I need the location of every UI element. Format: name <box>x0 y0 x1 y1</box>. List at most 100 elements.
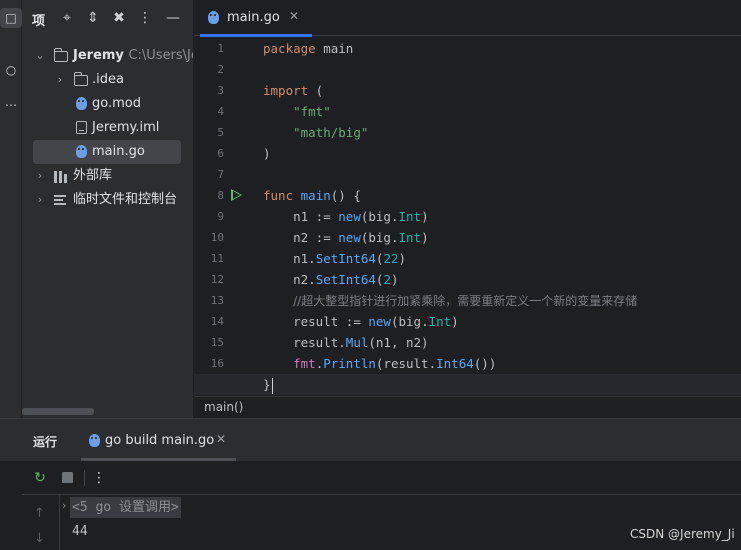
tree-item-label: .idea <box>92 72 124 87</box>
tree-item-label: main.go <box>92 144 145 159</box>
line-number: 16 <box>210 357 224 370</box>
commit-tool-icon[interactable]: ○ <box>0 63 22 77</box>
tree-item-label: Jeremy.iml <box>92 120 160 135</box>
code-line: result := new(big.Int) <box>293 314 459 329</box>
library-icon <box>54 169 68 183</box>
scroll-up-icon[interactable]: ↑ <box>34 506 45 521</box>
collapse-all-icon[interactable]: ✖ <box>110 8 128 28</box>
scroll-down-icon[interactable]: ↓ <box>34 531 45 546</box>
chevron-right-icon: › <box>37 193 43 206</box>
line-number: 13 <box>210 294 224 307</box>
scratches-label: 临时文件和控制台 <box>73 192 178 207</box>
root-folder-path: C:\Users\Jer <box>128 48 193 63</box>
console-output-line: 44 <box>72 524 88 539</box>
chevron-right-icon: › <box>57 73 63 86</box>
line-number: 7 <box>217 168 224 181</box>
hide-panel-icon[interactable]: — <box>164 8 182 28</box>
line-number: 11 <box>210 252 224 265</box>
go-file-icon <box>76 145 87 158</box>
tool-window-strip: □ ○ ⋯ <box>0 0 22 418</box>
line-number: 3 <box>217 84 224 97</box>
line-number: 15 <box>210 336 224 349</box>
code-line: ) <box>263 146 271 161</box>
more-options-icon[interactable]: ⋮ <box>90 469 108 487</box>
text-caret <box>271 377 273 394</box>
module-file-icon <box>76 121 87 134</box>
line-number: 9 <box>217 210 224 223</box>
toolbar-divider <box>84 470 85 486</box>
options-menu-icon[interactable]: ⋮ <box>136 8 154 28</box>
chevron-down-icon: ⌄ <box>35 49 45 62</box>
tree-item-go-mod[interactable]: go.mod <box>22 92 193 116</box>
line-number: 4 <box>217 105 224 118</box>
line-number: 8 <box>217 189 224 202</box>
code-line: "math/big" <box>293 125 369 140</box>
project-panel-header: 项 ⌖ ⇕ ✖ ⋮ — <box>22 0 193 36</box>
fold-chevron-icon[interactable]: › <box>62 499 66 512</box>
tree-root-jeremy[interactable]: ⌄ Jeremy C:\Users\Jer <box>22 44 193 68</box>
close-icon[interactable]: ✕ <box>289 9 299 23</box>
run-panel-header: 运行 go build main.go ✕ <box>0 419 741 461</box>
editor-tab-bar: main.go ✕ <box>194 0 741 37</box>
editor-area: main.go ✕ 1 2 3 4 5 6 7 8 9 10 11 12 13 … <box>194 0 741 418</box>
line-number: 10 <box>210 231 224 244</box>
console-command-line: <5 go 设置调用> <box>70 497 181 518</box>
tree-item-idea[interactable]: › .idea <box>22 68 193 92</box>
code-line: import ( <box>263 83 324 98</box>
code-line: func main() { <box>263 188 361 203</box>
folder-icon <box>73 72 88 86</box>
tab-main-go[interactable]: main.go ✕ <box>200 0 312 37</box>
locate-icon[interactable]: ⌖ <box>58 8 76 28</box>
code-line-current: } <box>194 374 741 395</box>
code-line: "fmt" <box>293 104 331 119</box>
run-tab-label: go build main.go <box>105 433 215 448</box>
breadcrumb[interactable]: main() <box>194 396 741 418</box>
code-line: result.Mul(n1, n2) <box>293 335 429 350</box>
tab-label: main.go <box>227 10 280 25</box>
line-number: 5 <box>217 126 224 139</box>
go-file-icon <box>76 97 87 110</box>
root-folder-label: Jeremy <box>73 48 124 63</box>
line-number: 1 <box>217 42 224 55</box>
line-number-gutter: 1 2 3 4 5 6 7 8 9 10 11 12 13 14 15 16 1… <box>194 38 256 396</box>
tree-item-jeremy-iml[interactable]: Jeremy.iml <box>22 116 193 140</box>
line-number: 12 <box>210 273 224 286</box>
rerun-icon[interactable]: ↻ <box>31 469 49 487</box>
stop-icon[interactable] <box>58 469 76 487</box>
expand-all-icon[interactable]: ⇕ <box>84 8 102 28</box>
project-panel-title: 项 <box>32 14 46 29</box>
line-number: 2 <box>217 63 224 76</box>
code-line: //超大整型指针进行加紧乘除，需要重新定义一个新的变量来存储 <box>293 294 638 308</box>
tree-item-external-libraries[interactable]: › 外部库 <box>22 164 193 188</box>
run-config-tab[interactable]: go build main.go ✕ <box>78 419 236 461</box>
breadcrumb-item[interactable]: main() <box>204 400 243 414</box>
folder-icon <box>53 48 68 62</box>
code-line: package main <box>263 41 354 56</box>
project-tool-icon[interactable]: □ <box>0 8 22 28</box>
scratches-console-icon <box>54 193 68 207</box>
console-output[interactable]: › <5 go 设置调用> 44 <box>62 495 741 550</box>
chevron-right-icon: › <box>37 169 43 182</box>
code-line: n2.SetInt64(2) <box>293 272 399 287</box>
more-tools-icon[interactable]: ⋯ <box>0 98 22 112</box>
console-side-toolbar: ↑ ↓ <box>22 495 60 550</box>
code-line: n1.SetInt64(22) <box>293 251 407 266</box>
go-file-icon <box>208 11 219 24</box>
external-libraries-label: 外部库 <box>73 168 113 183</box>
code-line: n2 := new(big.Int) <box>293 230 429 245</box>
watermark: CSDN @Jeremy_Ji <box>630 527 735 541</box>
line-number: 14 <box>210 315 224 328</box>
close-icon[interactable]: ✕ <box>216 432 226 446</box>
line-number: 6 <box>217 147 224 160</box>
tree-item-main-go[interactable]: main.go <box>33 140 181 164</box>
tree-item-scratches[interactable]: › 临时文件和控制台 <box>22 188 193 212</box>
code-line: fmt.Println(result.Int64()) <box>293 356 497 371</box>
tree-item-label: go.mod <box>92 96 141 111</box>
run-gutter-icon[interactable] <box>231 189 242 201</box>
go-file-icon <box>89 434 100 447</box>
active-tab-indicator <box>200 34 312 37</box>
code-editor[interactable]: package main import ( "fmt" "math/big" )… <box>194 38 741 396</box>
run-toolbar: ↻ ⋮ <box>22 461 741 495</box>
code-line: n1 := new(big.Int) <box>293 209 429 224</box>
horizontal-scrollbar[interactable] <box>22 408 94 415</box>
